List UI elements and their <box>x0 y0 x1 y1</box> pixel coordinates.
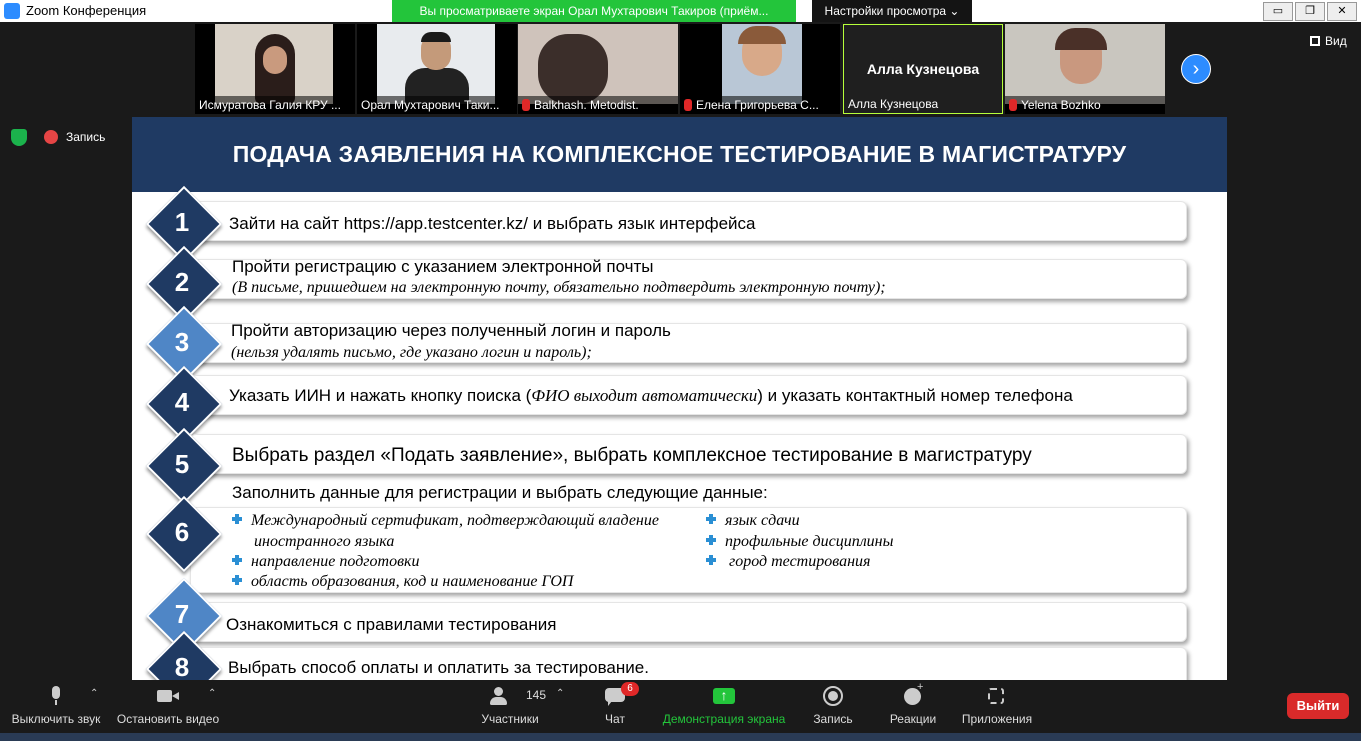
minimize-button[interactable]: ▭ <box>1263 2 1293 21</box>
step-number: 3 <box>174 327 190 357</box>
window-title: Zoom Конференция <box>26 3 147 18</box>
step-text: Выбрать способ оплаты и оплатить за тест… <box>228 658 649 677</box>
bullet-icon <box>706 514 716 524</box>
participant-video <box>377 24 495 104</box>
participant-video <box>215 24 333 104</box>
meeting-toolbar: Выключить звук ⌃ Остановить видео ⌃ 145 … <box>0 680 1361 733</box>
participant-tile[interactable]: Исмуратова Галия КРУ ... <box>195 24 355 114</box>
record-icon <box>822 686 844 706</box>
participant-tile[interactable]: Орал Мухтарович Таки... <box>357 24 517 114</box>
gallery-next-page-button[interactable]: › <box>1181 54 1211 84</box>
reactions-button[interactable]: Реакции <box>880 680 946 733</box>
step-number: 8 <box>174 652 190 680</box>
participant-gallery: Исмуратова Галия КРУ ... Орал Мухтарович… <box>0 22 1361 116</box>
leave-meeting-button[interactable]: Выйти <box>1287 693 1349 719</box>
bullet-item: направление подготовки <box>232 553 420 571</box>
restore-button[interactable]: ❐ <box>1295 2 1325 21</box>
bullet-item: профильные дисциплины <box>706 533 893 551</box>
participant-tile[interactable]: Елена Григорьева С... <box>680 24 840 114</box>
step-number: 6 <box>174 517 190 547</box>
participant-name: Yelena Bozhko <box>1005 96 1165 114</box>
participant-video <box>1005 24 1165 104</box>
participant-video <box>518 24 678 104</box>
mic-muted-icon <box>522 99 530 111</box>
view-button[interactable]: Вид <box>1310 34 1347 48</box>
screen-share-banner: Вы просматриваете экран Орал Мухтарович … <box>392 0 796 22</box>
step-text: Выбрать раздел «Подать заявление», выбра… <box>232 445 1032 466</box>
zoom-app-icon <box>4 3 20 19</box>
bullet-icon <box>232 575 242 585</box>
view-settings-dropdown[interactable]: Настройки просмотра ⌄ <box>812 0 972 22</box>
mic-muted-icon <box>684 99 692 111</box>
step-subtext: (нельзя удалять письмо, где указано логи… <box>231 344 592 361</box>
step-text: Пройти авторизацию через полученный логи… <box>231 321 671 340</box>
participant-tile[interactable]: Yelena Bozhko <box>1005 24 1165 114</box>
step-number: 2 <box>174 267 190 297</box>
os-taskbar <box>0 733 1361 741</box>
step-intro-text: Заполнить данные для регистрации и выбра… <box>232 483 768 502</box>
bullet-icon <box>232 514 242 524</box>
slide-title: ПОДАЧА ЗАЯВЛЕНИЯ НА КОМПЛЕКСНОЕ ТЕСТИРОВ… <box>232 141 1127 167</box>
slide-header: ПОДАЧА ЗАЯВЛЕНИЯ НА КОМПЛЕКСНОЕ ТЕСТИРОВ… <box>132 117 1227 192</box>
chevron-right-icon: › <box>1192 58 1200 80</box>
video-options-caret[interactable]: ⌃ <box>208 680 222 733</box>
participant-name: Исмуратова Галия КРУ ... <box>195 96 355 114</box>
participant-tile-active-speaker[interactable]: Алла Кузнецова Алла Кузнецова <box>843 24 1003 114</box>
participant-big-name: Алла Кузнецова <box>866 61 980 77</box>
participants-icon <box>488 686 510 706</box>
bullet-item: город тестирования <box>706 553 870 571</box>
step-text: Зайти на сайт https://app.testcenter.kz/… <box>229 214 756 233</box>
stop-video-button[interactable]: Остановить видео <box>116 680 220 733</box>
record-button[interactable]: Запись <box>805 680 861 733</box>
bullet-icon <box>706 535 716 545</box>
chat-unread-badge: 6 <box>621 682 639 696</box>
step-subtext: (В письме, пришедшем на электронную почт… <box>232 279 886 296</box>
close-button[interactable]: ✕ <box>1327 2 1357 21</box>
participants-options-caret[interactable]: ⌃ <box>556 680 570 733</box>
recording-label: Запись <box>66 130 106 144</box>
chat-button[interactable]: 6 Чат <box>590 680 640 733</box>
bullet-item: область образования, код и наименование … <box>232 573 573 591</box>
bullet-icon <box>706 555 716 565</box>
bullet-item: Международный сертификат, подтверждающий… <box>232 512 659 530</box>
apps-button[interactable]: Приложения <box>956 680 1038 733</box>
participant-video <box>722 24 802 104</box>
reactions-icon <box>902 681 924 706</box>
audio-options-caret[interactable]: ⌃ <box>90 680 104 733</box>
step-number: 1 <box>174 207 190 237</box>
step-number: 4 <box>174 387 190 417</box>
participant-name: Елена Григорьева С... <box>680 96 840 114</box>
bullet-item: иностранного языка <box>254 533 395 550</box>
step-number: 5 <box>174 449 190 479</box>
camera-icon <box>157 686 179 706</box>
share-screen-button[interactable]: Демонстрация экрана <box>660 680 788 733</box>
grid-view-icon <box>1310 36 1320 46</box>
security-shield-icon[interactable] <box>11 129 27 146</box>
bullet-item: язык сдачи <box>706 512 800 530</box>
participants-button[interactable]: 145 Участники <box>470 680 550 733</box>
participant-tile[interactable]: Balkhash. Metodist. <box>518 24 678 114</box>
participant-name: Орал Мухтарович Таки... <box>357 96 517 114</box>
shared-screen-slide: ПОДАЧА ЗАЯВЛЕНИЯ НА КОМПЛЕКСНОЕ ТЕСТИРОВ… <box>132 117 1227 680</box>
mic-muted-icon <box>1009 99 1017 111</box>
participants-count: 145 <box>526 688 547 702</box>
step-text: Указать ИИН и нажать кнопку поиска (ФИО … <box>229 386 1073 405</box>
share-screen-icon <box>713 686 735 706</box>
bullet-icon <box>232 555 242 565</box>
recording-dot-icon <box>44 130 58 144</box>
participant-name: Алла Кузнецова <box>848 97 939 111</box>
step-text: Пройти регистрацию с указанием электронн… <box>232 257 654 276</box>
step-text: Ознакомиться с правилами тестирования <box>226 615 557 634</box>
participant-name: Balkhash. Metodist. <box>518 96 678 114</box>
apps-icon <box>986 686 1008 706</box>
microphone-icon <box>45 686 67 706</box>
window-title-bar: Zoom Конференция Вы просматриваете экран… <box>0 0 1361 22</box>
